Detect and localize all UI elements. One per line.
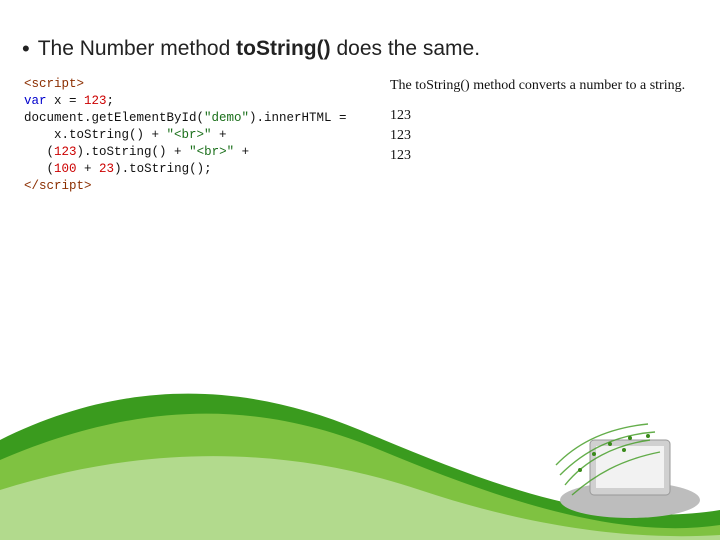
output-line: 123 (390, 146, 685, 166)
decorative-wave-icon (0, 370, 720, 540)
bullet-item: • The Number method toString() does the … (22, 36, 480, 62)
code-block: <script> var x = 123; document.getElemen… (24, 76, 384, 195)
output-line: 123 (390, 126, 685, 146)
output-line: 123 (390, 106, 685, 126)
slide: • The Number method toString() does the … (0, 0, 720, 540)
output-description: The toString() method converts a number … (390, 76, 685, 96)
bullet-dot-icon: • (22, 36, 30, 62)
bullet-text: The Number method toString() does the sa… (38, 36, 480, 62)
content-row: <script> var x = 123; document.getElemen… (24, 76, 696, 195)
output-block: The toString() method converts a number … (390, 76, 685, 195)
